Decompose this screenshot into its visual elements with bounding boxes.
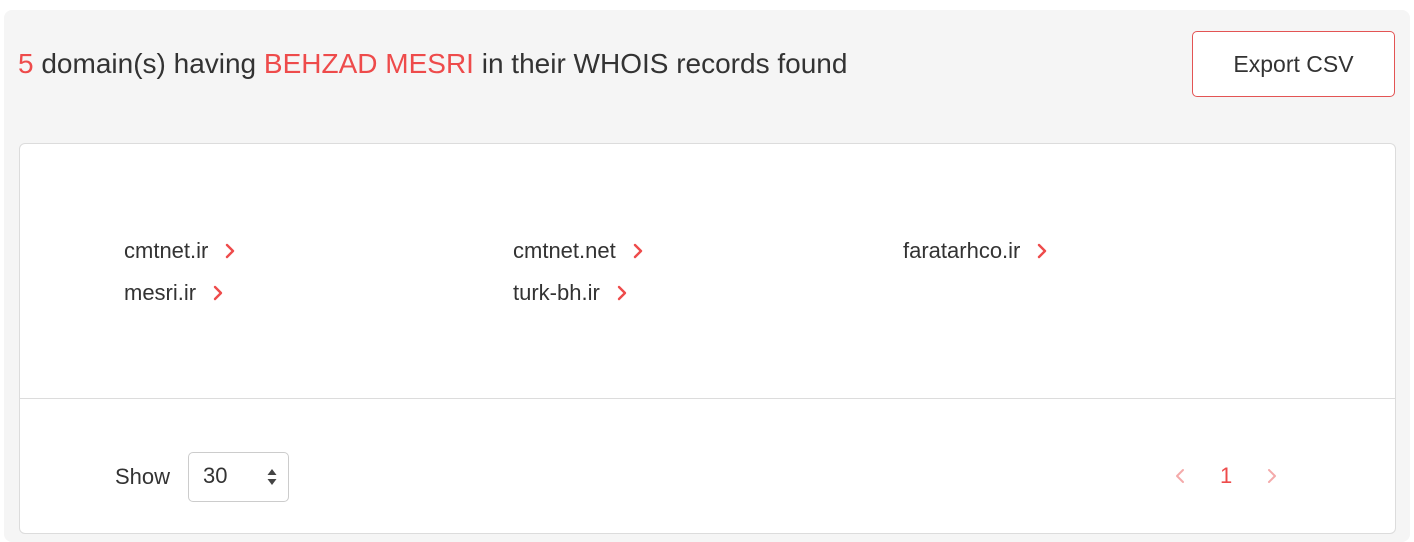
heading-prefix: domain(s) having xyxy=(33,48,264,79)
domain-name: cmtnet.ir xyxy=(124,238,209,263)
domain-link[interactable]: cmtnet.ir xyxy=(124,236,242,266)
export-csv-button[interactable]: Export CSV xyxy=(1192,31,1395,97)
show-label: Show xyxy=(115,464,171,489)
page-size-control: Show 30 xyxy=(115,452,290,502)
chevron-right-icon xyxy=(633,243,642,259)
domain-list-panel: cmtnet.ir cmtnet.net faratarhco.ir mesri… xyxy=(19,143,1396,534)
page-size-value: 30 xyxy=(203,463,228,488)
chevron-right-icon xyxy=(1038,243,1047,259)
heading-suffix: in their WHOIS records found xyxy=(473,48,848,79)
sort-arrows-icon xyxy=(267,469,277,485)
result-count: 5 xyxy=(18,48,34,79)
domain-name: cmtnet.net xyxy=(513,238,616,263)
results-heading: 5 domain(s) having BEHZAD MESRI in their… xyxy=(18,46,847,82)
domain-link[interactable]: cmtnet.net xyxy=(513,236,650,266)
results-card: 5 domain(s) having BEHZAD MESRI in their… xyxy=(4,10,1410,542)
search-query: BEHZAD MESRI xyxy=(263,48,474,79)
chevron-right-icon xyxy=(213,285,223,301)
domain-link[interactable]: mesri.ir xyxy=(124,278,230,308)
page-size-select[interactable]: 30 xyxy=(188,452,290,502)
pagination: 1 xyxy=(1168,456,1284,496)
chevron-left-icon[interactable] xyxy=(1168,464,1192,488)
domain-name: mesri.ir xyxy=(124,280,197,305)
panel-divider xyxy=(20,398,1395,399)
domain-link[interactable]: turk-bh.ir xyxy=(513,278,634,308)
chevron-right-icon[interactable] xyxy=(1260,464,1284,488)
domain-name: turk-bh.ir xyxy=(513,280,600,305)
domain-link[interactable]: faratarhco.ir xyxy=(903,236,1054,266)
chevron-right-icon xyxy=(617,285,626,301)
page-number-current[interactable]: 1 xyxy=(1220,463,1232,489)
domain-name: faratarhco.ir xyxy=(903,238,1021,263)
chevron-right-icon xyxy=(226,243,235,259)
